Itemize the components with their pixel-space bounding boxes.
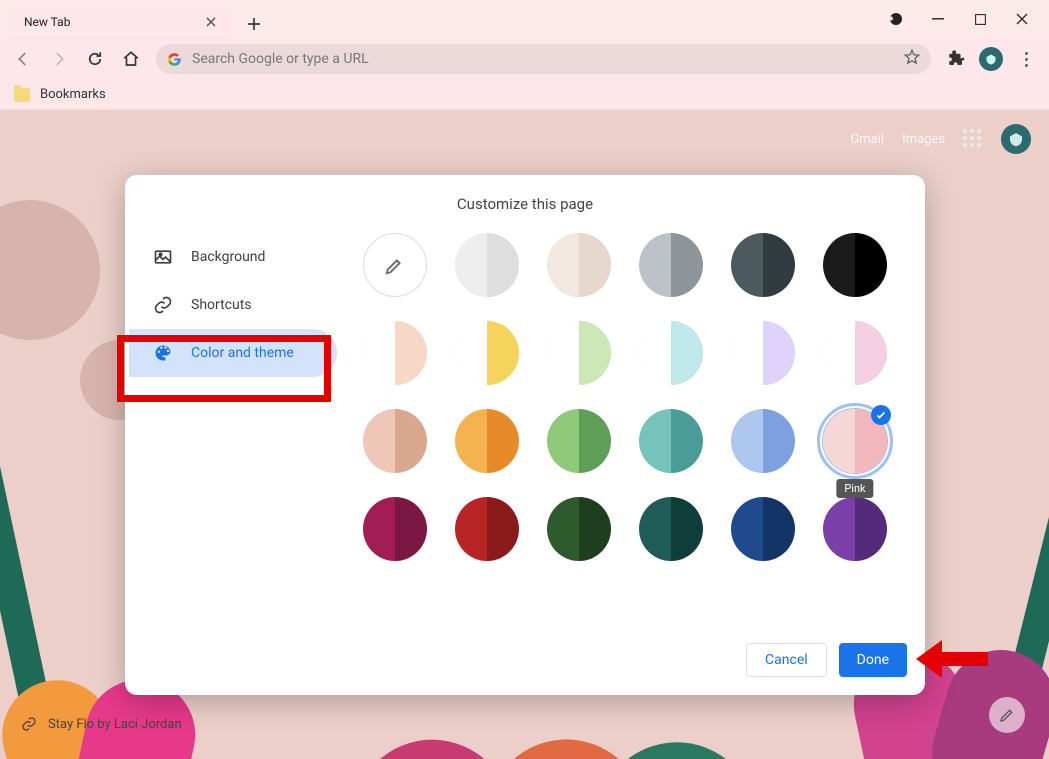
profile-avatar-button[interactable] — [979, 47, 1003, 71]
color-swatch[interactable] — [455, 321, 519, 385]
gmail-link[interactable]: Gmail — [850, 132, 884, 147]
color-swatch[interactable] — [731, 409, 795, 473]
color-swatch[interactable] — [547, 497, 611, 561]
color-swatch[interactable] — [363, 321, 427, 385]
color-swatch[interactable] — [823, 321, 887, 385]
color-picker-swatch[interactable] — [363, 233, 427, 297]
bookmarks-folder-label: Bookmarks — [40, 87, 106, 102]
google-icon — [166, 51, 182, 67]
customize-dialog: Customize this page Background Shortcuts — [125, 175, 925, 695]
color-swatch[interactable] — [731, 497, 795, 561]
incognito-indicator-icon — [875, 4, 917, 34]
browser-toolbar: Search Google or type a URL — [0, 38, 1049, 80]
link-icon — [20, 715, 38, 733]
color-swatch[interactable] — [639, 409, 703, 473]
color-swatch[interactable]: Pink — [823, 409, 887, 473]
color-swatch[interactable] — [639, 233, 703, 297]
extensions-button[interactable] — [939, 42, 973, 76]
sidebar-item-shortcuts[interactable]: Shortcuts — [129, 281, 337, 329]
wallpaper-credit[interactable]: Stay Flo by Laci Jordan — [20, 715, 182, 733]
color-swatch[interactable] — [363, 497, 427, 561]
color-swatch[interactable] — [455, 233, 519, 297]
sidebar-item-label: Shortcuts — [191, 297, 252, 313]
tab-close-button[interactable] — [202, 13, 220, 31]
folder-icon — [14, 88, 30, 102]
chrome-menu-button[interactable] — [1009, 42, 1043, 76]
back-button[interactable] — [6, 42, 40, 76]
image-icon — [153, 247, 173, 267]
color-swatch-grid: Pink — [363, 233, 897, 561]
omnibox[interactable]: Search Google or type a URL — [156, 44, 931, 74]
bookmark-star-button[interactable] — [903, 48, 921, 70]
bookmarks-folder[interactable]: Bookmarks — [14, 87, 106, 102]
palette-icon — [153, 343, 173, 363]
home-button[interactable] — [114, 42, 148, 76]
sidebar-item-background[interactable]: Background — [129, 233, 337, 281]
color-swatch[interactable] — [823, 497, 887, 561]
color-swatch[interactable] — [547, 409, 611, 473]
account-avatar[interactable] — [1001, 124, 1031, 154]
forward-button[interactable] — [42, 42, 76, 76]
swatch-tooltip: Pink — [836, 479, 873, 498]
customize-page-button[interactable] — [989, 697, 1025, 733]
window-close-button[interactable] — [1001, 4, 1043, 34]
color-swatch[interactable] — [731, 321, 795, 385]
color-swatch[interactable] — [823, 233, 887, 297]
color-swatch[interactable] — [731, 233, 795, 297]
sidebar-item-color-and-theme[interactable]: Color and theme — [129, 329, 337, 377]
color-swatch[interactable] — [639, 321, 703, 385]
color-swatch[interactable] — [547, 233, 611, 297]
browser-tab[interactable]: New Tab — [10, 6, 230, 38]
check-icon — [871, 405, 891, 425]
wallpaper-credit-text: Stay Flo by Laci Jordan — [48, 717, 182, 732]
sidebar-item-label: Color and theme — [191, 345, 294, 361]
cancel-button[interactable]: Cancel — [746, 643, 827, 677]
color-swatch[interactable] — [363, 409, 427, 473]
link-icon — [153, 295, 173, 315]
tab-title: New Tab — [24, 15, 202, 29]
google-apps-button[interactable] — [963, 129, 983, 149]
color-swatch[interactable] — [639, 497, 703, 561]
color-swatch[interactable] — [455, 409, 519, 473]
omnibox-placeholder: Search Google or type a URL — [192, 51, 903, 67]
reload-button[interactable] — [78, 42, 112, 76]
sidebar-item-label: Background — [191, 249, 265, 265]
done-button[interactable]: Done — [839, 643, 907, 677]
window-maximize-button[interactable] — [959, 4, 1001, 34]
window-minimize-button[interactable] — [917, 4, 959, 34]
bookmarks-bar: Bookmarks — [0, 80, 1049, 110]
dialog-title: Customize this page — [125, 175, 925, 221]
dialog-sidebar: Background Shortcuts Color and theme — [125, 221, 345, 629]
new-tab-button[interactable] — [240, 10, 268, 38]
images-link[interactable]: Images — [902, 132, 945, 147]
color-swatch[interactable] — [455, 497, 519, 561]
color-swatch[interactable] — [547, 321, 611, 385]
